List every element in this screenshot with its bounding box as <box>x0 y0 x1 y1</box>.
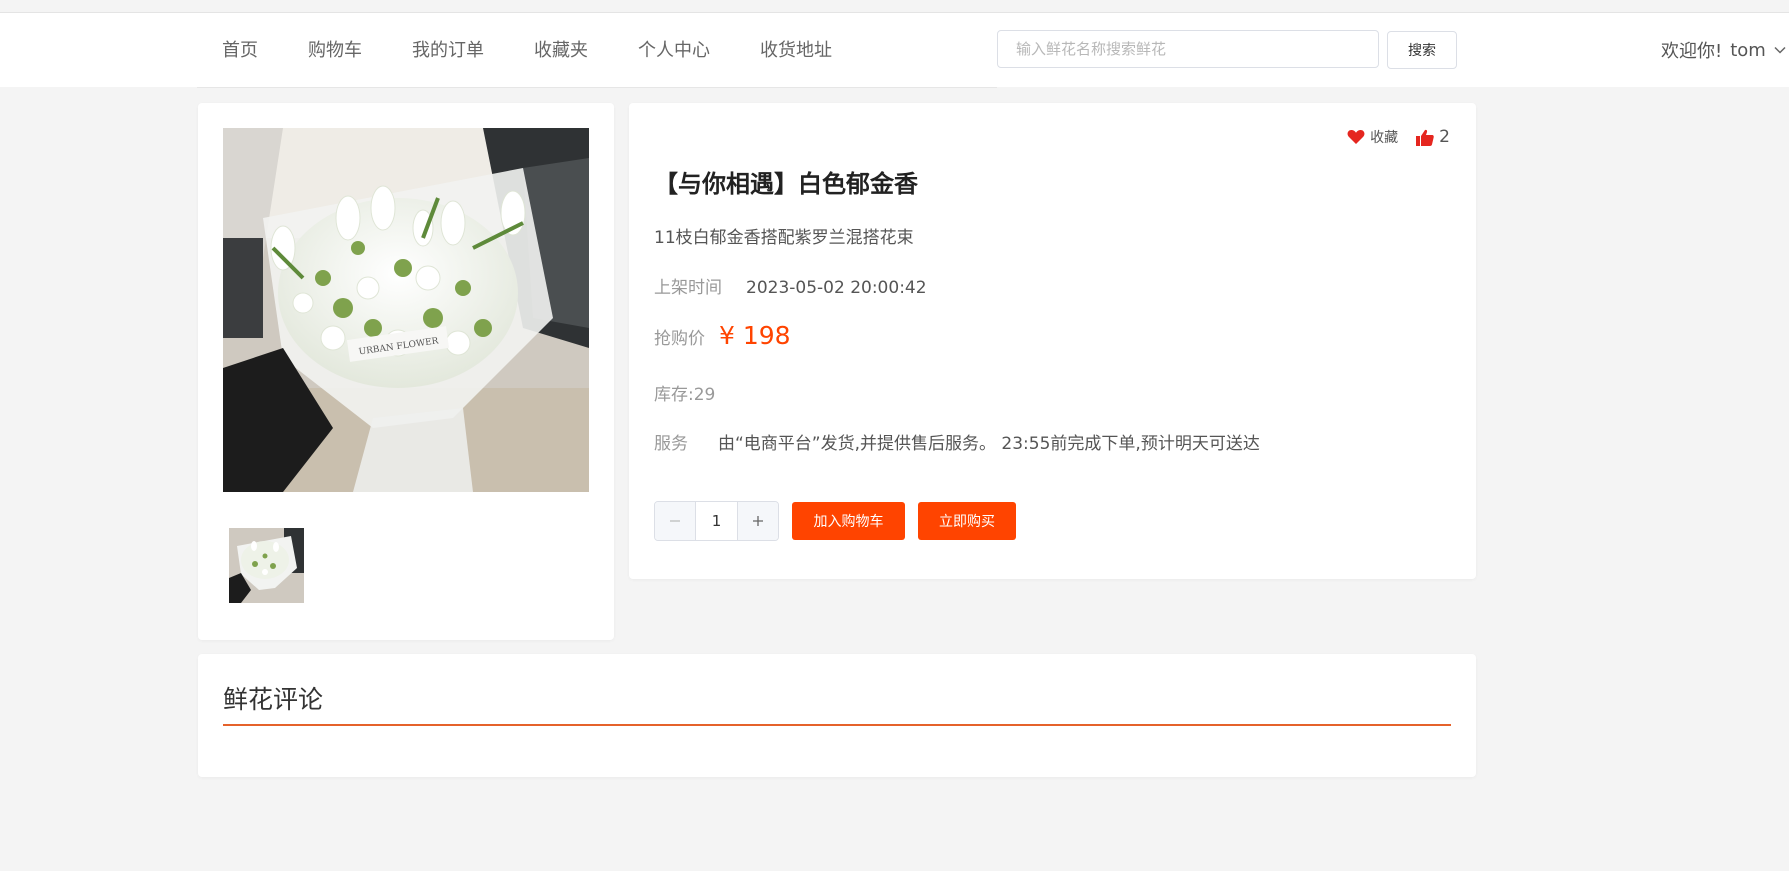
favorite-label: 收藏 <box>1370 130 1399 146</box>
nav-address[interactable]: 收货地址 <box>760 36 832 62</box>
header-divider <box>197 87 997 88</box>
welcome-text: 欢迎你! <box>1661 41 1723 62</box>
nav-cart[interactable]: 购物车 <box>308 36 362 62</box>
price-value: ¥ 198 <box>719 321 791 350</box>
plus-icon <box>753 516 763 526</box>
comments-title: 鲜花评论 <box>223 685 324 714</box>
user-menu[interactable]: 欢迎你! tom <box>1661 37 1787 63</box>
favorite-button[interactable]: 收藏 <box>1347 127 1398 147</box>
search-input[interactable] <box>997 30 1379 68</box>
nav-favorites[interactable]: 收藏夹 <box>534 36 588 62</box>
quantity-stepper: 1 <box>654 501 779 541</box>
thumbs-up-icon <box>1416 129 1434 146</box>
comments-divider <box>223 724 1451 726</box>
service-label: 服务 <box>654 434 688 454</box>
product-image-card: URBAN FLOWER <box>198 103 614 640</box>
nav-home[interactable]: 首页 <box>222 36 258 62</box>
comments-section: 鲜花评论 <box>198 654 1476 777</box>
username: tom <box>1730 39 1766 61</box>
product-info-card: 收藏 2 【与你相遇】白色郁金香 11枝白郁金香搭配紫罗兰混搭花束 上架时间 2… <box>629 103 1476 579</box>
heart-icon <box>1347 129 1365 144</box>
minus-icon <box>670 520 680 522</box>
service-value: 由“电商平台”发货,并提供售后服务。 23:55前完成下单,预计明天可送达 <box>718 434 1260 454</box>
nav-profile[interactable]: 个人中心 <box>638 36 710 62</box>
chevron-down-icon <box>1774 46 1786 54</box>
decrease-button[interactable] <box>655 502 696 540</box>
product-actions: 收藏 2 <box>1347 127 1450 147</box>
listing-time-label: 上架时间 <box>654 278 722 298</box>
like-button[interactable]: 2 <box>1416 127 1450 147</box>
product-description: 11枝白郁金香搭配紫罗兰混搭花束 <box>654 228 914 248</box>
main-nav: 首页 购物车 我的订单 收藏夹 个人中心 收货地址 <box>222 36 832 62</box>
quantity-value[interactable]: 1 <box>696 502 737 540</box>
increase-button[interactable] <box>737 502 778 540</box>
product-thumbnail[interactable] <box>229 528 304 603</box>
product-title: 【与你相遇】白色郁金香 <box>654 170 918 198</box>
stock-text: 库存:29 <box>654 385 716 405</box>
service-row: 服务 由“电商平台”发货,并提供售后服务。 23:55前完成下单,预计明天可送达 <box>654 429 1260 454</box>
price-label: 抢购价 <box>654 329 705 349</box>
add-to-cart-button[interactable]: 加入购物车 <box>792 502 905 540</box>
search-button[interactable]: 搜索 <box>1387 31 1457 69</box>
listing-time-row: 上架时间 2023-05-02 20:00:42 <box>654 273 927 298</box>
nav-orders[interactable]: 我的订单 <box>412 36 484 62</box>
listing-time-value: 2023-05-02 20:00:42 <box>746 278 927 298</box>
like-count: 2 <box>1439 127 1450 147</box>
price-row: 抢购价 ¥ 198 <box>654 321 791 350</box>
product-main-image: URBAN FLOWER <box>223 128 589 492</box>
buy-now-button[interactable]: 立即购买 <box>918 502 1016 540</box>
